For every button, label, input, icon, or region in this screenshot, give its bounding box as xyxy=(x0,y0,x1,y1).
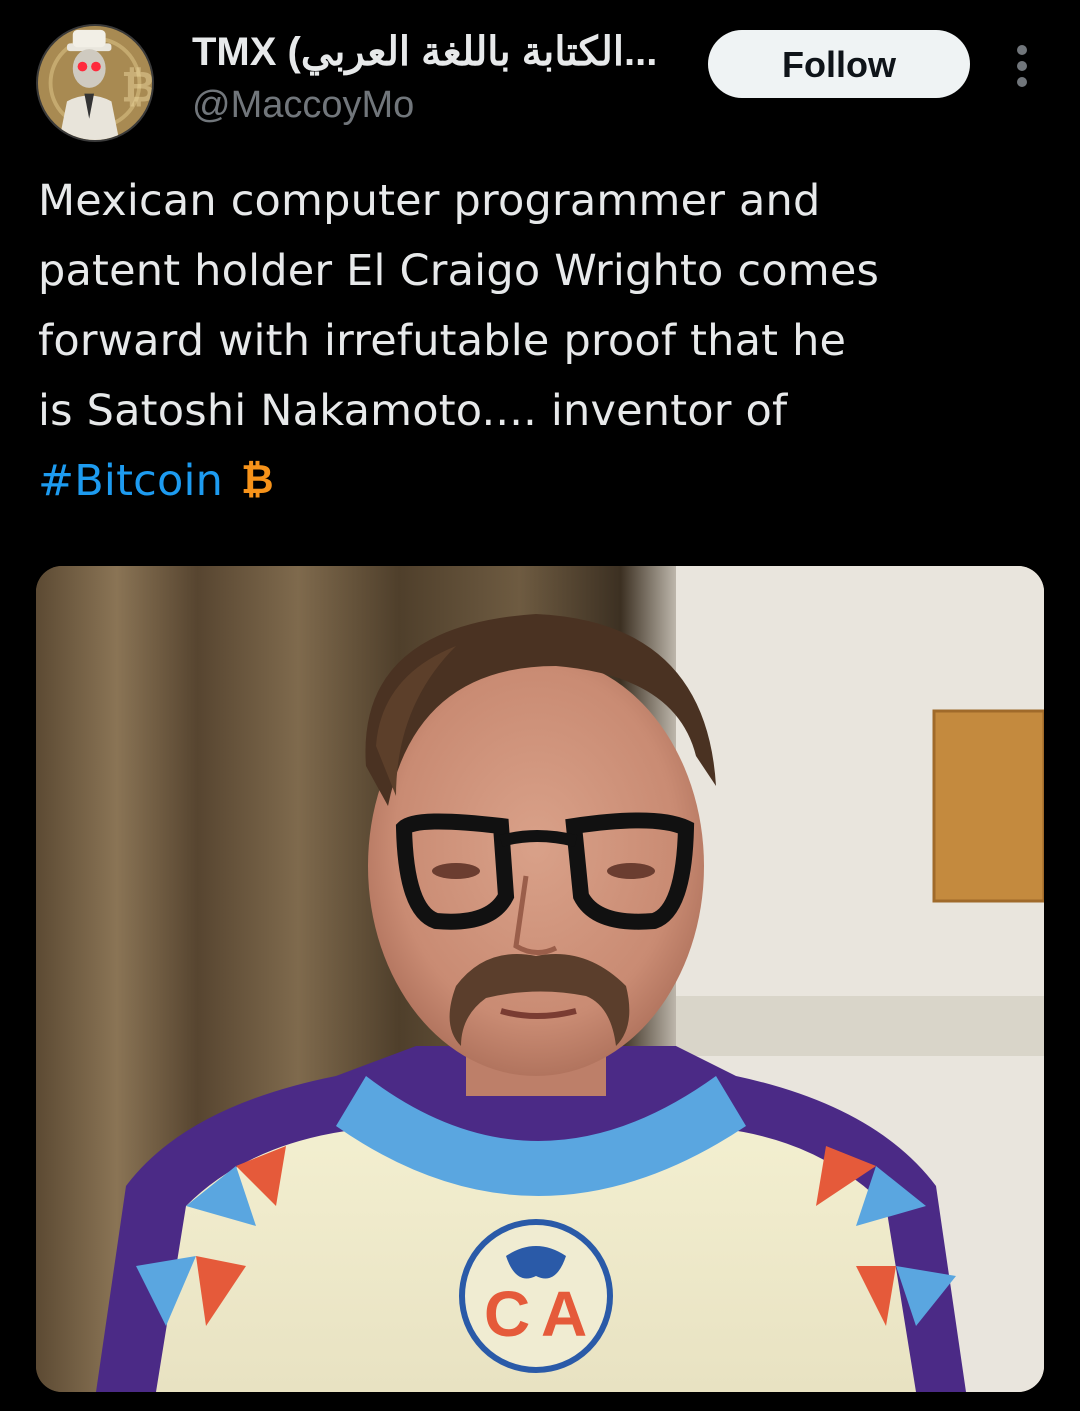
tweet-header: ₿ TMX (الكتابة باللغة العربي... @MaccoyM… xyxy=(36,24,1044,144)
author-display-name[interactable]: TMX (الكتابة باللغة العربي... xyxy=(192,28,692,76)
svg-text:A: A xyxy=(541,1278,587,1350)
follow-button[interactable]: Follow xyxy=(708,30,970,98)
author-avatar[interactable]: ₿ xyxy=(36,24,154,142)
tweet-card: ₿ TMX (الكتابة باللغة العربي... @MaccoyM… xyxy=(0,0,1080,1411)
avatar-image: ₿ xyxy=(38,26,152,140)
more-options-icon[interactable] xyxy=(1002,42,1042,90)
svg-text:C: C xyxy=(484,1278,530,1350)
tweet-text-line: forward with irrefutable proof that he xyxy=(38,316,847,366)
svg-text:₿: ₿ xyxy=(241,457,274,501)
tweet-text: Mexican computer programmer and patent h… xyxy=(38,166,1038,516)
bitcoin-icon: ₿ xyxy=(241,457,274,501)
svg-text:₿: ₿ xyxy=(121,64,152,111)
tweet-hashtag-line: #Bitcoin ₿ xyxy=(38,446,1038,516)
hashtag-link[interactable]: #Bitcoin xyxy=(38,456,223,506)
photo: C A xyxy=(36,566,1044,1392)
tweet-text-line: is Satoshi Nakamoto.... inventor of xyxy=(38,386,788,436)
tweet-text-line: Mexican computer programmer and xyxy=(38,176,821,226)
author-handle[interactable]: @MaccoyMo xyxy=(192,82,692,128)
author-names: TMX (الكتابة باللغة العربي... @MaccoyMo xyxy=(192,28,692,128)
tweet-media-image[interactable]: C A xyxy=(36,566,1044,1392)
tweet-text-line: patent holder El Craigo Wrighto comes xyxy=(38,246,880,296)
